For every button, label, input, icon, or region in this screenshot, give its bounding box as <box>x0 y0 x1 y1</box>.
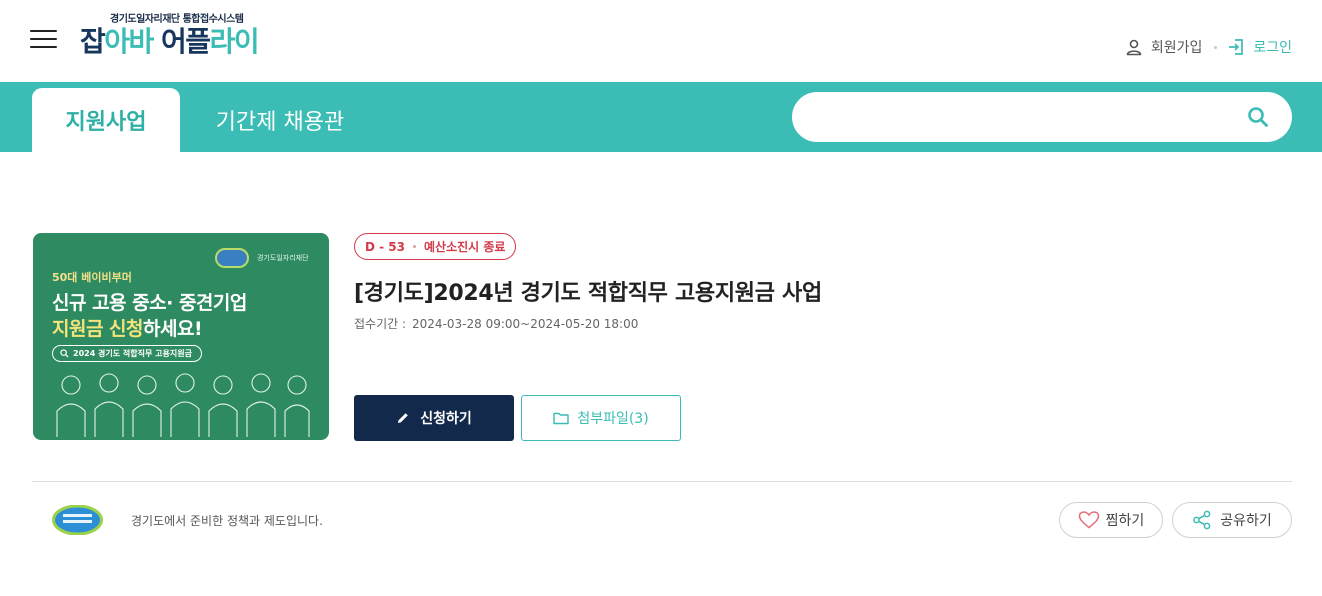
thumbnail-badge-text: 경기도일자리재단 <box>257 254 309 262</box>
workers-illustration <box>56 373 310 437</box>
person-icon <box>1126 39 1142 56</box>
apply-button[interactable]: 신청하기 <box>354 395 514 441</box>
badge-separator <box>413 245 416 248</box>
share-label: 공유하기 <box>1220 513 1272 529</box>
program-title[interactable]: [경기도]2024년 경기도 적합직무 고용지원금 사업 <box>354 275 822 307</box>
thumbnail-line-3: 지원금 신청하세요! <box>52 314 203 341</box>
program-thumbnail[interactable]: 경기도일자리재단 50대 베이비부머 신규 고용 중소· 중견기업 지원금 신청… <box>33 233 329 440</box>
logo-part-1: 잡 <box>80 25 106 58</box>
join-link[interactable]: 회원가입 <box>1125 37 1203 57</box>
search-box <box>792 92 1292 142</box>
favorite-button[interactable]: 찜하기 <box>1059 502 1163 538</box>
thumbnail-line-2: 신규 고용 중소· 중견기업 <box>52 292 247 314</box>
period-value: 2024-03-28 09:00~2024-05-20 18:00 <box>412 317 639 331</box>
search-icon[interactable] <box>1246 105 1270 129</box>
folder-icon <box>553 412 570 425</box>
gyeonggi-org-logo <box>52 505 103 535</box>
org-description: 경기도에서 준비한 정책과 제도입니다. <box>131 514 323 528</box>
attachments-label: 첨부파일(3) <box>577 411 649 427</box>
thumbnail-pill-text: 2024 경기도 적합직무 고용지원금 <box>73 349 192 358</box>
heart-icon <box>1078 511 1099 529</box>
section-divider <box>32 481 1292 482</box>
logo-subtitle: 경기도일자리재단 통합접수시스템 <box>110 14 244 25</box>
gyeonggi-badge-logo <box>215 248 249 268</box>
thumbnail-line-1: 50대 베이비부머 <box>52 271 132 284</box>
thumbnail-highlight: 지원금 신청 <box>52 318 144 340</box>
user-links: 회원가입 로그인 <box>1125 37 1292 57</box>
separator-dot <box>1214 45 1218 49</box>
logo-part-4: 라이 <box>209 25 260 58</box>
search-input[interactable] <box>814 102 1234 132</box>
apply-label: 신청하기 <box>420 411 472 427</box>
status-text: 예산소진시 종료 <box>424 240 506 254</box>
share-button[interactable]: 공유하기 <box>1172 502 1292 538</box>
logo-title: 잡아바 어플라이 <box>80 25 260 59</box>
thumbnail-line-3-rest: 하세요! <box>143 318 203 340</box>
attachments-button[interactable]: 첨부파일(3) <box>521 395 681 441</box>
share-icon <box>1193 510 1211 530</box>
tab-temporary-jobs[interactable]: 기간제 채용관 <box>195 88 365 152</box>
thumbnail-search-pill: 2024 경기도 적합직무 고용지원금 <box>52 345 202 362</box>
join-label: 회원가입 <box>1150 40 1203 56</box>
pill-search-icon <box>60 349 69 358</box>
logo-part-3: 어플 <box>161 25 211 58</box>
login-label: 로그인 <box>1253 40 1292 56</box>
login-icon <box>1229 39 1244 55</box>
period-label: 접수기간 : <box>354 317 407 331</box>
application-period: 접수기간 : 2024-03-28 09:00~2024-05-20 18:00 <box>354 315 638 332</box>
pencil-icon <box>398 413 409 423</box>
tab-support-programs[interactable]: 지원사업 <box>32 88 180 152</box>
hamburger-menu-icon[interactable] <box>30 30 57 50</box>
status-badge: D - 53 예산소진시 종료 <box>354 233 517 260</box>
site-header: 경기도일자리재단 통합접수시스템 잡아바 어플라이 회원가입 로그인 <box>0 0 1322 82</box>
dday-count: D - 53 <box>365 239 405 254</box>
login-link[interactable]: 로그인 <box>1227 37 1292 57</box>
main-nav-bar: 지원사업 기간제 채용관 <box>0 82 1322 152</box>
favorite-label: 찜하기 <box>1105 513 1145 529</box>
logo-part-2: 아바 <box>104 25 162 58</box>
